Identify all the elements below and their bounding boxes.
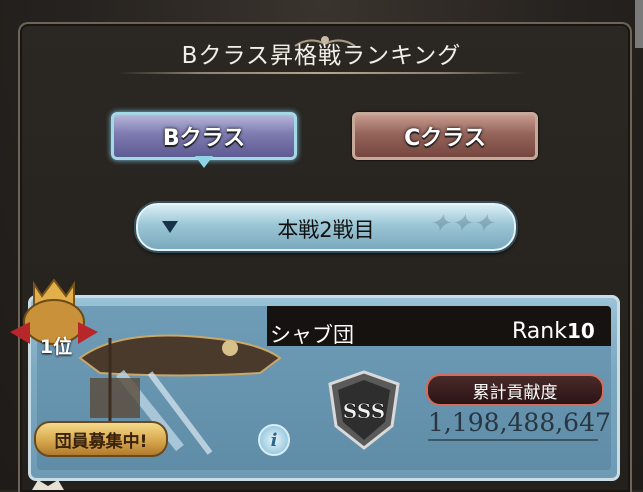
selected-tab-pointer-icon	[195, 156, 213, 168]
battle-select-dropdown[interactable]: 本戦2戦目 ✦✦✦	[136, 203, 516, 251]
tab-b-class[interactable]: Bクラス	[111, 112, 297, 160]
ranking-position-badge: 1位	[39, 335, 73, 358]
contribution-score: 1,198,488,647	[428, 408, 611, 441]
title-divider	[118, 72, 525, 74]
tab-c-class[interactable]: Cクラス	[352, 112, 538, 160]
next-entry-crown-icon	[32, 480, 64, 490]
rank-value: 10	[566, 319, 595, 343]
contribution-label-badge: 累計貢献度	[426, 374, 604, 406]
rank-prefix: Rank	[512, 319, 567, 344]
dropdown-decoration-icon: ✦✦✦	[428, 209, 494, 239]
guild-name: シャブ団	[270, 323, 354, 347]
guild-rank: Rank10	[512, 319, 595, 344]
info-icon[interactable]: i	[258, 424, 290, 456]
grade-sss-text: SSS	[343, 399, 385, 423]
grade-sss-shield-icon: SSS	[328, 370, 400, 450]
recruiting-badge[interactable]: 団員募集中!	[34, 421, 168, 457]
tab-b-class-label: Bクラス	[162, 126, 246, 151]
tab-c-class-label: Cクラス	[404, 126, 486, 151]
page-title: Bクラス昇格戦ランキング	[181, 43, 462, 69]
